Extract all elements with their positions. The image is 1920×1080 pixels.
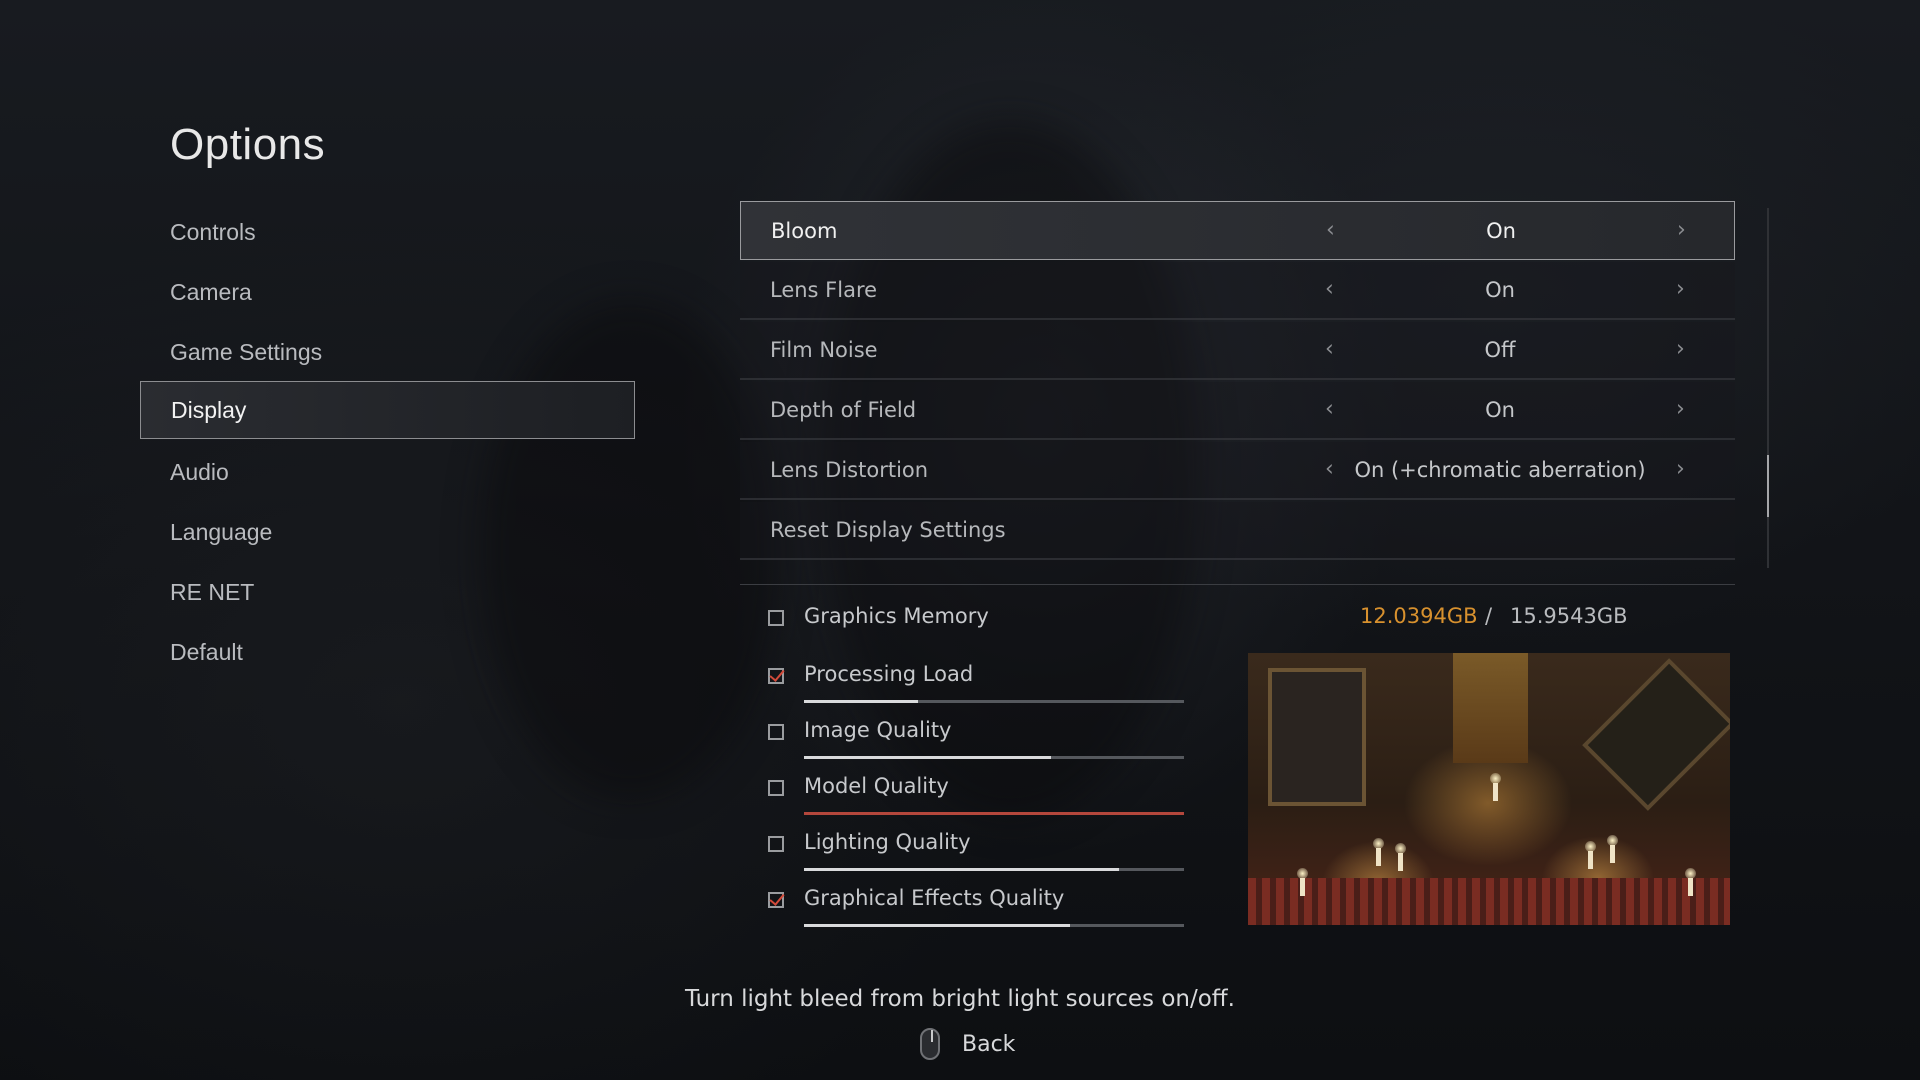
graphics-memory-checkbox[interactable] [768,610,784,626]
candle-icon [1607,835,1618,863]
nav-item-audio[interactable]: Audio [140,443,635,501]
back-label: Back [962,1031,1016,1057]
graphics-memory-separator: / [1485,604,1493,628]
options-screen: Options Controls Camera Game Settings Di… [0,0,1920,1080]
chevron-left-icon[interactable]: ‹ [1325,276,1334,301]
load-bar-fill [804,924,1070,927]
setting-row-depth-of-field[interactable]: Depth of Field ‹ On › [740,382,1735,440]
load-item-model-quality: Model Quality [768,768,1188,824]
nav-item-camera[interactable]: Camera [140,263,635,321]
load-bar-fill [804,868,1120,871]
model-quality-checkbox[interactable] [768,780,784,796]
setting-label: Film Noise [770,338,878,362]
back-button[interactable]: Back [920,1025,1015,1063]
page-title: Options [170,120,326,169]
load-label: Model Quality [804,774,949,798]
setting-value: On [1485,278,1515,302]
nav-item-game-settings[interactable]: Game Settings [140,323,635,381]
nav-item-label: Language [170,518,273,545]
lighting-quality-checkbox[interactable] [768,836,784,852]
setting-label: Lens Distortion [770,458,929,482]
load-bar [804,924,1184,927]
graphics-memory-used: 12.0394GB [1360,604,1478,628]
processing-load-checkbox[interactable] [768,668,784,684]
setting-label: Depth of Field [770,398,917,422]
load-bar-fill [804,700,918,703]
mouse-icon [920,1028,940,1060]
chevron-right-icon[interactable]: › [1677,217,1686,242]
nav-item-label: Game Settings [170,338,323,365]
graphical-effects-checkbox[interactable] [768,892,784,908]
nav-item-label: RE NET [170,578,255,605]
chevron-left-icon[interactable]: ‹ [1326,217,1335,242]
setting-row-lens-distortion[interactable]: Lens Distortion ‹ On (+chromatic aberrat… [740,442,1735,500]
nav-item-label: Display [171,396,247,423]
chevron-right-icon[interactable]: › [1676,276,1685,301]
graphics-memory-row: Graphics Memory 12.0394GB / 15.9543GB [768,598,1728,638]
load-item-image-quality: Image Quality [768,712,1188,768]
load-bar [804,700,1184,703]
load-label: Image Quality [804,718,952,742]
image-quality-checkbox[interactable] [768,724,784,740]
nav-item-language[interactable]: Language [140,503,635,561]
load-item-graphical-effects-quality: Graphical Effects Quality [768,880,1188,936]
load-item-lighting-quality: Lighting Quality [768,824,1188,880]
load-bar-fill [804,756,1051,759]
chevron-right-icon[interactable]: › [1676,336,1685,361]
load-item-processing-load: Processing Load [768,656,1188,712]
nav-item-label: Controls [170,218,256,245]
setting-value: On (+chromatic aberration) [1354,458,1646,482]
candle-icon [1373,838,1384,866]
candle-icon [1297,868,1308,896]
setting-label: Reset Display Settings [770,518,1006,542]
nav-item-default[interactable]: Default [140,623,635,681]
chevron-right-icon[interactable]: › [1676,456,1685,481]
setting-row-bloom[interactable]: Bloom ‹ On › [740,201,1735,260]
setting-row-lens-flare[interactable]: Lens Flare ‹ On › [740,262,1735,320]
candle-icon [1685,868,1696,896]
nav-item-controls[interactable]: Controls [140,203,635,261]
scrollbar-thumb[interactable] [1767,455,1769,517]
altar-cloth [1248,878,1730,925]
chevron-left-icon[interactable]: ‹ [1325,456,1334,481]
load-label: Graphical Effects Quality [804,886,1065,910]
setting-label: Bloom [771,218,838,243]
icon-painting [1453,653,1528,763]
setting-row-reset-display[interactable]: Reset Display Settings [740,502,1735,560]
nav-item-display[interactable]: Display [140,381,635,439]
setting-preview-image [1248,653,1730,925]
load-bar [804,868,1184,871]
nav-item-label: Audio [170,458,229,485]
setting-label: Lens Flare [770,278,878,302]
nav-item-label: Default [170,638,243,665]
setting-value: On [1485,398,1515,422]
setting-value: Off [1484,338,1516,362]
chevron-left-icon[interactable]: ‹ [1325,336,1334,361]
load-label: Processing Load [804,662,974,686]
graphics-memory-label: Graphics Memory [804,604,989,628]
candle-icon [1585,841,1596,869]
setting-row-film-noise[interactable]: Film Noise ‹ Off › [740,322,1735,380]
candle-icon [1490,773,1501,801]
chevron-right-icon[interactable]: › [1676,396,1685,421]
help-text: Turn light bleed from bright light sourc… [685,986,1235,1012]
candle-icon [1395,843,1406,871]
nav-item-re-net[interactable]: RE NET [140,563,635,621]
load-bar [804,812,1184,815]
load-bar-fill [804,812,1184,815]
load-bar [804,756,1184,759]
portrait-frame [1268,668,1366,806]
chevron-left-icon[interactable]: ‹ [1325,396,1334,421]
settings-scrollbar[interactable] [1767,208,1769,568]
portrait-frame [1582,658,1730,811]
section-divider [740,584,1735,585]
graphics-memory-total: 15.9543GB [1510,604,1628,628]
load-label: Lighting Quality [804,830,971,854]
nav-item-label: Camera [170,278,252,305]
setting-value: On [1486,218,1516,243]
